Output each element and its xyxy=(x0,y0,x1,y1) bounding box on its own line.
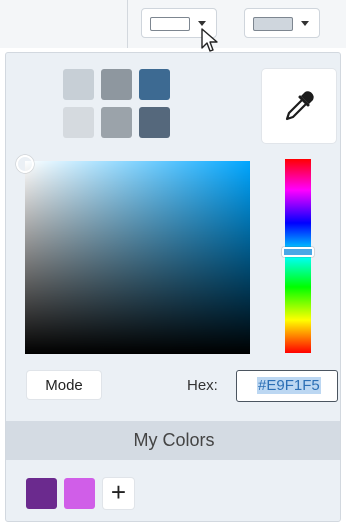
my-colors-header: My Colors xyxy=(6,421,340,460)
chevron-down-icon xyxy=(301,21,309,26)
mouse-cursor-icon xyxy=(201,28,218,52)
hex-label: Hex: xyxy=(187,377,218,394)
add-color-button[interactable]: + xyxy=(103,478,134,509)
toolbar-divider xyxy=(127,0,128,48)
preset-swatch[interactable] xyxy=(63,107,94,138)
preset-swatch[interactable] xyxy=(139,107,170,138)
rectangle-fill-icon xyxy=(253,17,293,31)
eyedropper-icon xyxy=(285,91,314,121)
line-color-dropdown[interactable] xyxy=(244,8,320,38)
preset-swatch[interactable] xyxy=(139,69,170,100)
rectangle-outline-icon xyxy=(150,17,190,31)
my-color-swatch[interactable] xyxy=(26,478,57,509)
saturation-brightness-field[interactable] xyxy=(16,155,250,354)
hue-slider-handle[interactable] xyxy=(282,247,314,257)
preset-swatch[interactable] xyxy=(101,107,132,138)
preset-swatch[interactable] xyxy=(63,69,94,100)
my-color-swatch[interactable] xyxy=(64,478,95,509)
chevron-down-icon xyxy=(198,21,206,26)
hex-input[interactable]: #E9F1F5 xyxy=(236,370,338,402)
hue-slider[interactable] xyxy=(282,159,314,353)
eyedropper-button[interactable] xyxy=(262,69,336,143)
mode-button[interactable]: Mode xyxy=(27,371,101,399)
hex-value: #E9F1F5 xyxy=(257,377,321,394)
saturation-handle[interactable] xyxy=(16,155,34,173)
toolbar xyxy=(0,0,346,52)
color-picker-panel: Mode Hex: #E9F1F5 My Colors + xyxy=(5,52,341,522)
preset-swatch[interactable] xyxy=(101,69,132,100)
